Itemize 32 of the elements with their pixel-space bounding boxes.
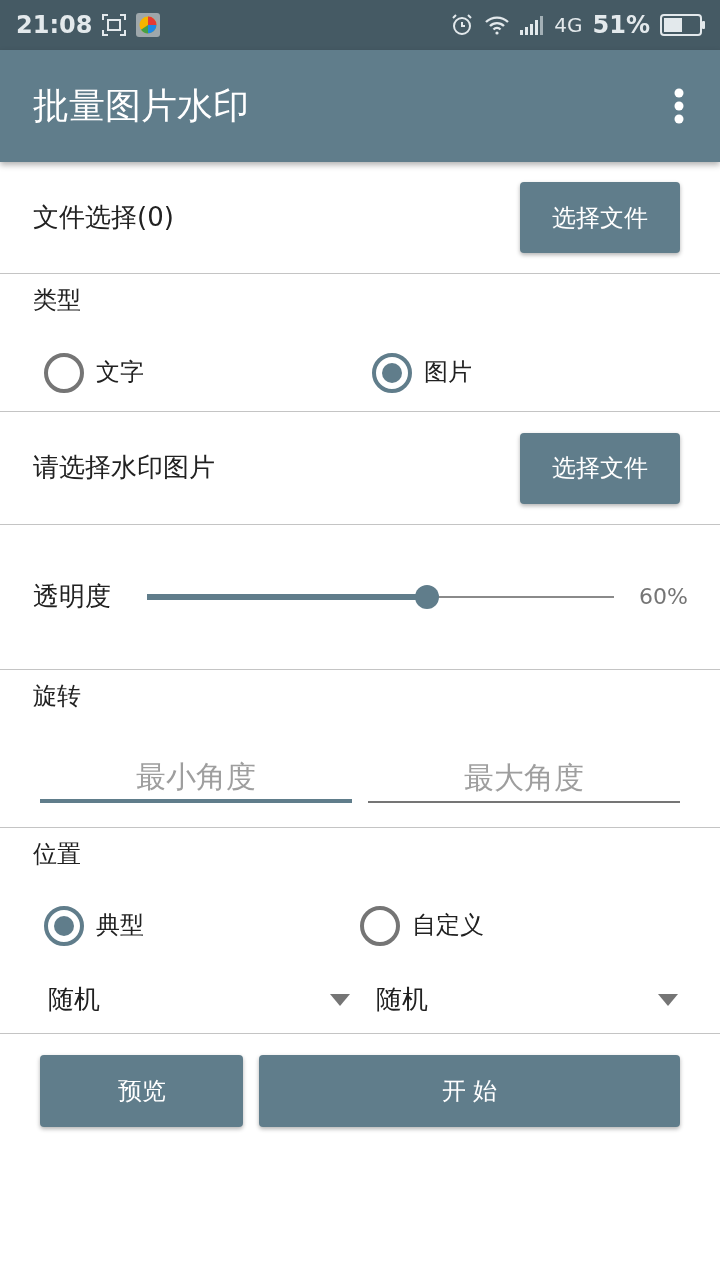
caret-icon xyxy=(658,993,678,1006)
radio-option[interactable]: 图片 xyxy=(372,352,472,393)
screenshot-icon xyxy=(102,14,127,36)
dropdown[interactable]: 随机 xyxy=(368,975,680,1024)
battery-icon xyxy=(660,14,706,36)
opacity-value: 60% xyxy=(639,583,688,611)
watermark-image-label: 请选择水印图片 xyxy=(33,452,215,484)
angle-input-field[interactable]: 最小角度 xyxy=(40,754,352,803)
choose-file-button[interactable]: 选择文件 xyxy=(520,182,680,253)
battery-percent: 51% xyxy=(592,13,650,37)
status-time: 21:08 xyxy=(16,13,93,37)
radio-option[interactable]: 文字 xyxy=(44,352,144,393)
radio-option[interactable]: 典型 xyxy=(44,905,144,946)
angle-input-field[interactable]: 最大角度 xyxy=(368,754,680,803)
file-selection-label: 文件选择(0) xyxy=(33,201,174,234)
wifi-icon xyxy=(484,15,511,35)
start-button[interactable]: 开 始 xyxy=(259,1055,680,1127)
opacity-label: 透明度 xyxy=(33,581,111,613)
section-title: 旋转 xyxy=(33,682,81,711)
app-title: 批量图片水印 xyxy=(33,84,249,128)
section-title: 类型 xyxy=(33,286,81,315)
radio-option[interactable]: 自定义 xyxy=(360,905,484,946)
preview-button[interactable]: 预览 xyxy=(40,1055,243,1127)
network-type: 4G xyxy=(554,15,583,35)
caret-icon xyxy=(330,993,350,1006)
dropdown[interactable]: 随机 xyxy=(40,975,352,1024)
signal-icon xyxy=(520,15,545,35)
section-title: 位置 xyxy=(33,840,81,869)
app-icon xyxy=(136,13,161,37)
choose-file-button[interactable]: 选择文件 xyxy=(520,432,680,504)
slider-thumb[interactable] xyxy=(415,585,440,609)
more-options-icon[interactable] xyxy=(674,88,684,124)
